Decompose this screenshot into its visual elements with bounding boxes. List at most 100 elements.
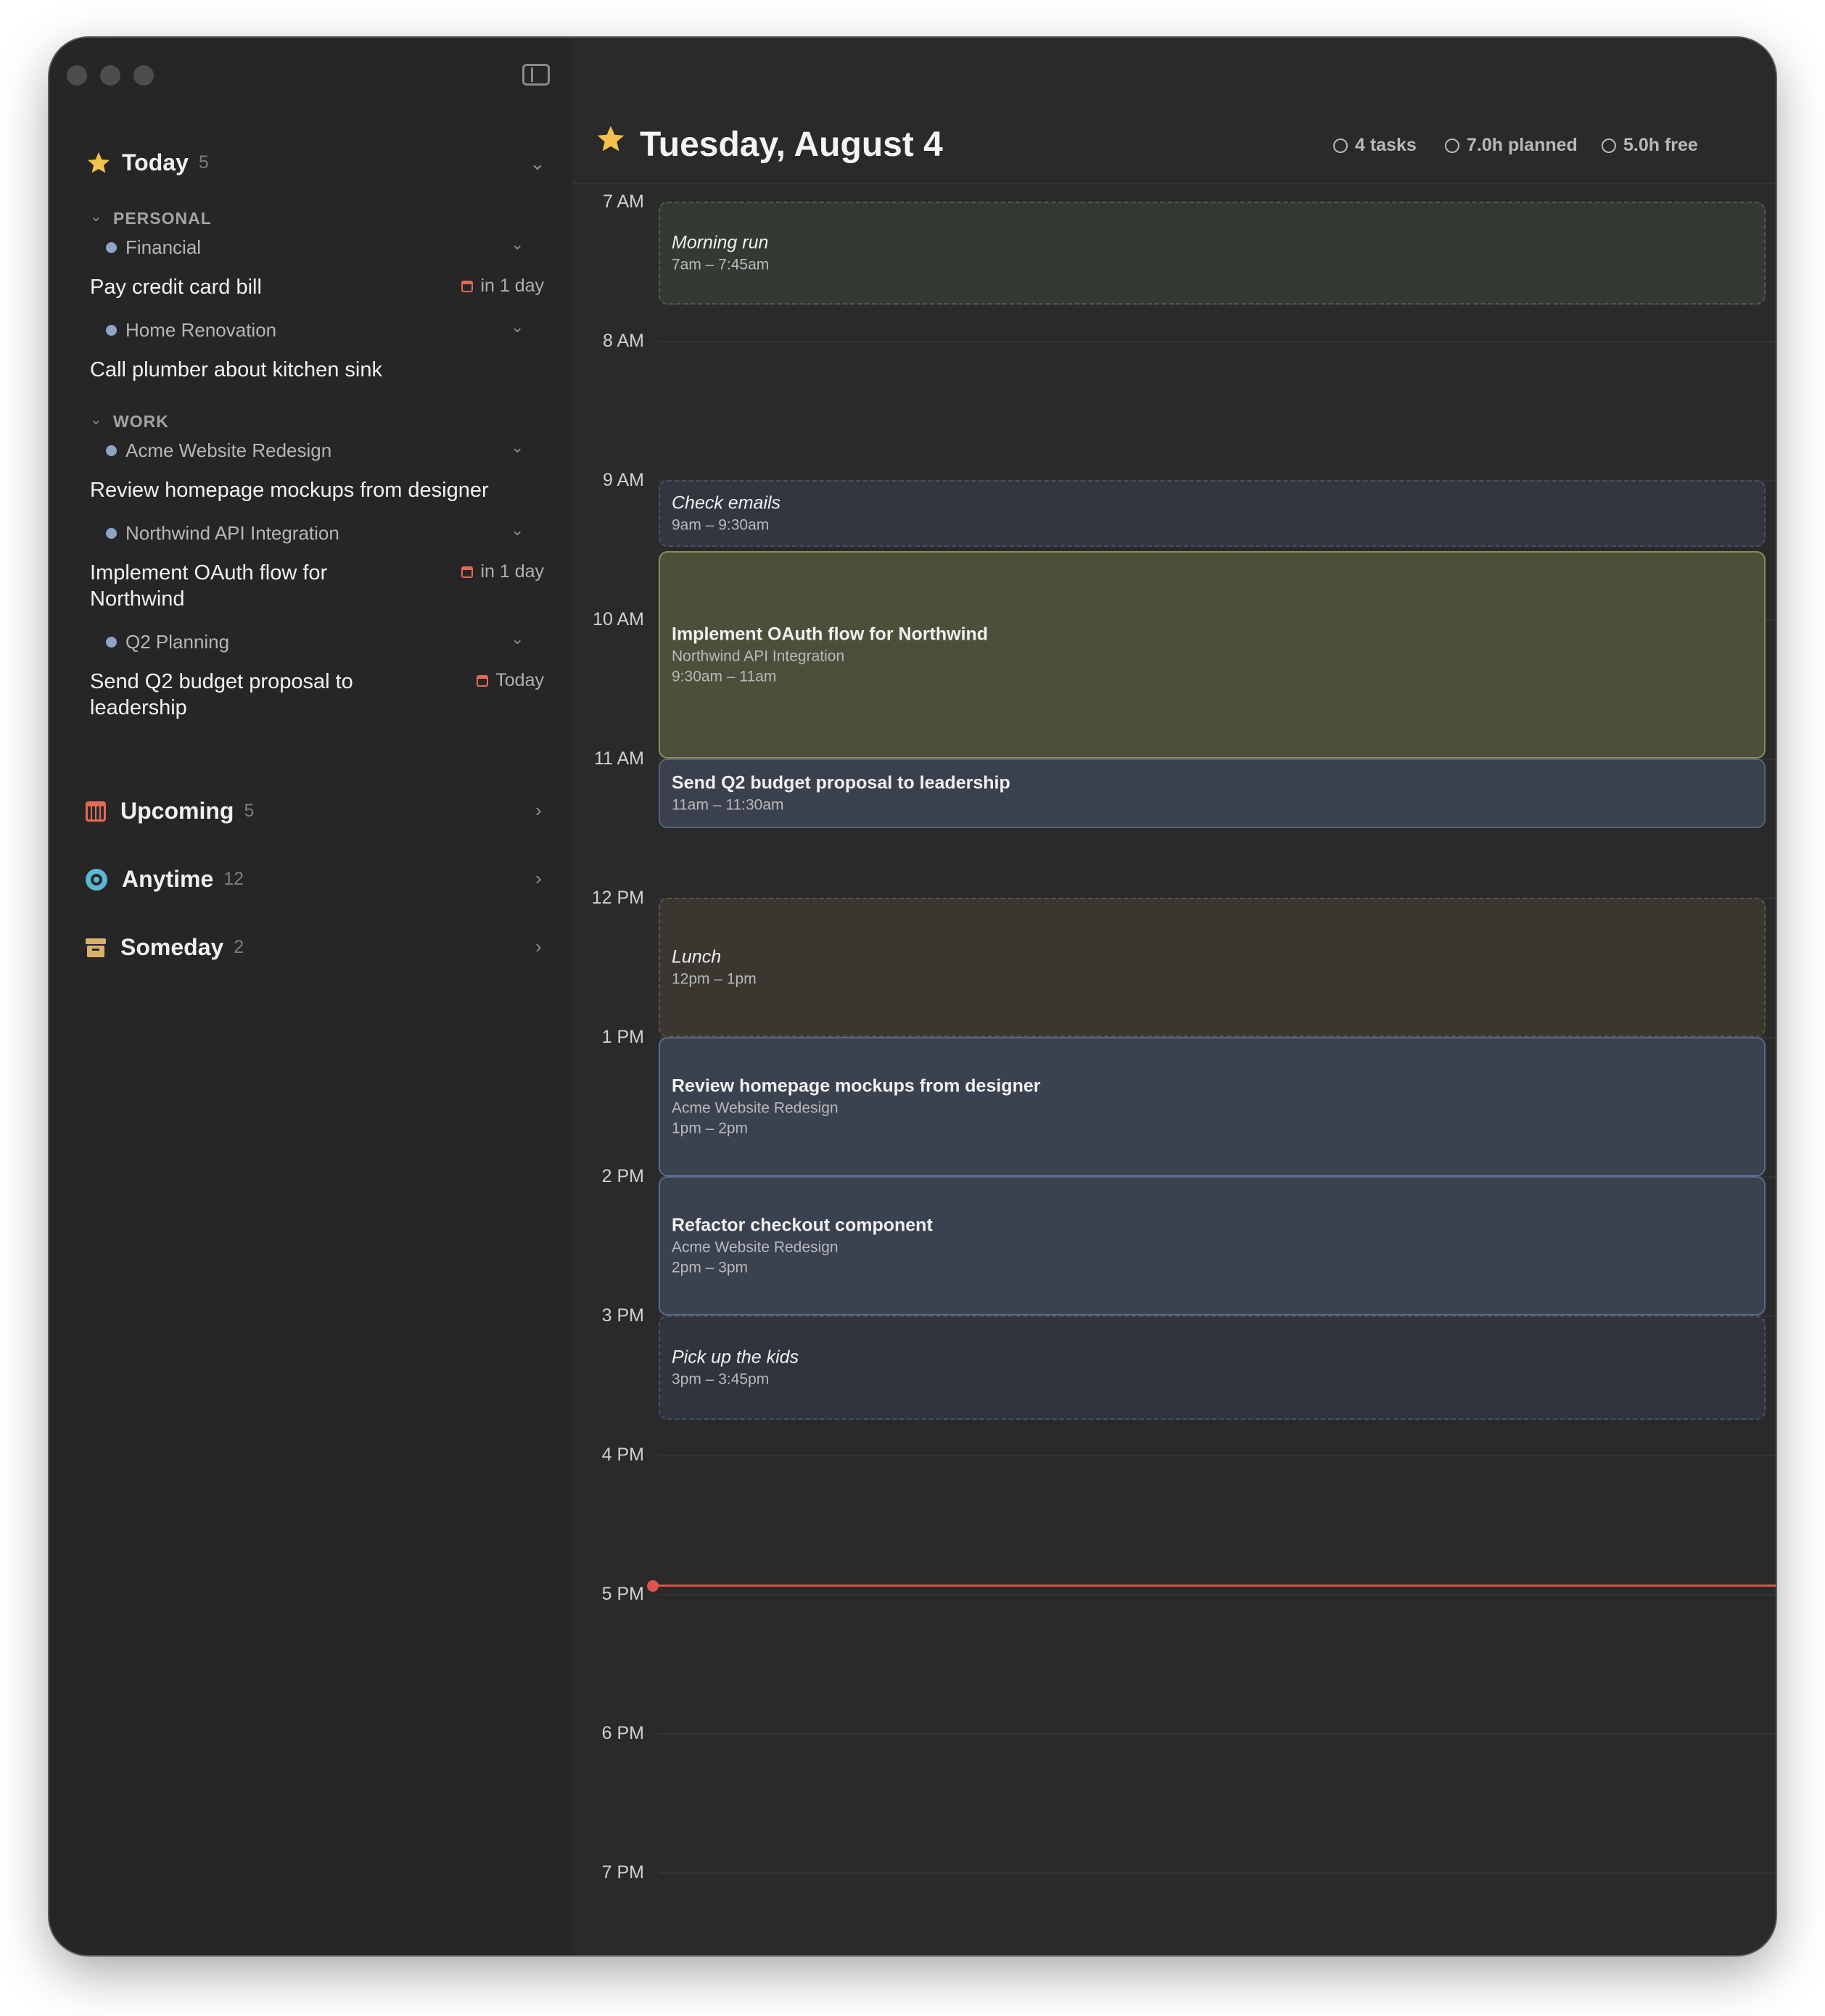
calendar-event[interactable]: Morning run 7am – 7:45am — [659, 202, 1766, 305]
project-financial[interactable]: Financial — [106, 236, 201, 259]
calendar-event[interactable]: Review homepage mockups from designer Acm… — [659, 1037, 1766, 1176]
task-item[interactable]: Send Q2 budget proposal to leadership — [90, 669, 358, 721]
section-today[interactable]: Today 5 — [86, 149, 209, 176]
section-upcoming[interactable]: Upcoming 5 — [86, 798, 254, 825]
chevron-down-icon[interactable]: ⌄ — [90, 410, 102, 429]
page-title: Tuesday, August 4 — [640, 125, 943, 164]
chevron-right-icon[interactable]: › — [535, 799, 542, 822]
project-dot-icon — [106, 637, 117, 648]
hour-label: 7 AM — [603, 191, 644, 212]
clock-free-icon — [1602, 138, 1616, 153]
hour-label: 3 PM — [601, 1305, 644, 1326]
event-content: Send Q2 budget proposal to leadership 11a… — [672, 773, 1010, 814]
event-title: Check emails — [672, 492, 781, 513]
zoom-window-button[interactable] — [133, 65, 154, 86]
section-upcoming-count: 5 — [244, 801, 255, 821]
sidebar: Today 5 ⌄ ⌄ PERSONAL Financial ⌄ Pay cre… — [49, 38, 572, 1955]
chevron-down-icon[interactable]: ⌄ — [511, 318, 524, 336]
clock-icon — [1445, 138, 1459, 153]
calendar-event[interactable]: Check emails 9am – 9:30am — [659, 480, 1766, 547]
event-time: 11am – 11:30am — [672, 796, 784, 814]
calendar-event[interactable]: Lunch 12pm – 1pm — [659, 898, 1766, 1037]
project-label: Q2 Planning — [125, 631, 230, 653]
minimize-window-button[interactable] — [100, 65, 120, 86]
project-q2-planning[interactable]: Q2 Planning — [106, 631, 229, 653]
event-content: Check emails 9am – 9:30am — [672, 493, 780, 534]
calendar-pane: Tuesday, August 4 4 tasks 7.0h planned 5… — [572, 38, 1776, 1955]
section-someday[interactable]: Someday 2 — [86, 934, 244, 961]
project-acme-website-redesign[interactable]: Acme Website Redesign — [106, 439, 331, 462]
hour-gridline — [659, 341, 1776, 342]
event-content: Pick up the kids 3pm – 3:45pm — [672, 1347, 799, 1389]
project-dot-icon — [106, 325, 117, 336]
hour-label: 10 AM — [593, 609, 644, 629]
event-time: 3pm – 3:45pm — [672, 1371, 770, 1388]
stat-planned-label: 7.0h planned — [1467, 135, 1578, 155]
hour-label: 7 PM — [601, 1862, 644, 1883]
task-item[interactable]: Implement OAuth flow for Northwind — [90, 560, 329, 612]
task-item[interactable]: Call plumber about kitchen sink — [90, 357, 496, 383]
sidebar-toggle-icon[interactable] — [522, 64, 550, 86]
calendar-event[interactable]: Pick up the kids 3pm – 3:45pm — [659, 1315, 1766, 1420]
task-item[interactable]: Pay credit card bill — [90, 274, 496, 300]
section-today-count: 5 — [198, 152, 209, 173]
event-title: Refactor checkout component — [672, 1215, 933, 1236]
event-title: Implement OAuth flow for Northwind — [672, 624, 989, 645]
hour-label: 11 AM — [593, 748, 644, 769]
group-personal[interactable]: PERSONAL — [113, 209, 212, 228]
stat-free: 5.0h free — [1602, 135, 1698, 156]
section-anytime-label: Anytime — [122, 866, 214, 892]
hour-label: 9 AM — [603, 470, 644, 490]
current-time-dot — [647, 1580, 659, 1592]
event-content: Refactor checkout component Acme Website … — [672, 1215, 933, 1277]
project-dot-icon — [106, 445, 117, 456]
star-icon — [88, 152, 110, 173]
event-title: Pick up the kids — [672, 1347, 799, 1368]
current-time-line — [653, 1585, 1776, 1587]
chevron-down-icon[interactable]: ⌄ — [90, 207, 102, 226]
chevron-right-icon[interactable]: › — [535, 935, 542, 958]
event-project: Acme Website Redesign — [672, 1099, 839, 1117]
project-dot-icon — [106, 242, 117, 253]
event-time: 9am – 9:30am — [672, 516, 770, 534]
event-title: Send Q2 budget proposal to leadership — [672, 772, 1010, 793]
event-time: 12pm – 1pm — [672, 970, 757, 988]
project-northwind-api-integration[interactable]: Northwind API Integration — [106, 522, 339, 545]
chevron-down-icon[interactable]: ⌄ — [511, 438, 524, 457]
calendar-event[interactable]: Send Q2 budget proposal to leadership 11a… — [659, 759, 1766, 828]
project-label: Financial — [125, 236, 202, 258]
close-window-button[interactable] — [67, 65, 87, 86]
event-time: 7am – 7:45am — [672, 256, 770, 273]
project-home-renovation[interactable]: Home Renovation — [106, 319, 276, 342]
project-label: Acme Website Redesign — [125, 439, 332, 461]
stat-free-label: 5.0h free — [1623, 135, 1698, 155]
chevron-down-icon[interactable]: ⌄ — [530, 152, 545, 175]
chevron-down-icon[interactable]: ⌄ — [511, 629, 524, 648]
hour-gridline — [659, 1872, 1776, 1874]
app-window: Today 5 ⌄ ⌄ PERSONAL Financial ⌄ Pay cre… — [49, 38, 1776, 1955]
task-due-label: Today — [495, 670, 544, 690]
chevron-down-icon[interactable]: ⌄ — [511, 235, 524, 254]
event-time: 9:30am – 11am — [672, 668, 777, 685]
stat-tasks-label: 4 tasks — [1355, 135, 1417, 155]
hour-gridline — [659, 1733, 1776, 1735]
event-content: Lunch 12pm – 1pm — [672, 947, 757, 988]
calendar-event[interactable]: Refactor checkout component Acme Website … — [659, 1176, 1766, 1315]
section-anytime[interactable]: Anytime 12 — [86, 866, 244, 893]
header-divider — [572, 183, 1776, 184]
hour-label: 1 PM — [601, 1027, 644, 1047]
calendar-event[interactable]: Implement OAuth flow for Northwind Northw… — [659, 551, 1766, 759]
chevron-right-icon[interactable]: › — [535, 867, 542, 890]
section-someday-label: Someday — [120, 934, 224, 960]
stat-planned: 7.0h planned — [1445, 135, 1578, 156]
hour-gridline — [659, 1594, 1776, 1595]
event-title: Morning run — [672, 232, 769, 253]
task-item[interactable]: Review homepage mockups from designer — [90, 477, 525, 503]
check-circle-icon — [1333, 138, 1348, 153]
event-title: Review homepage mockups from designer — [672, 1075, 1041, 1096]
group-work[interactable]: WORK — [113, 412, 169, 431]
event-time: 1pm – 2pm — [672, 1120, 749, 1137]
event-content: Review homepage mockups from designer Acm… — [672, 1076, 1040, 1138]
section-someday-count: 2 — [234, 937, 244, 957]
chevron-down-icon[interactable]: ⌄ — [511, 521, 524, 540]
